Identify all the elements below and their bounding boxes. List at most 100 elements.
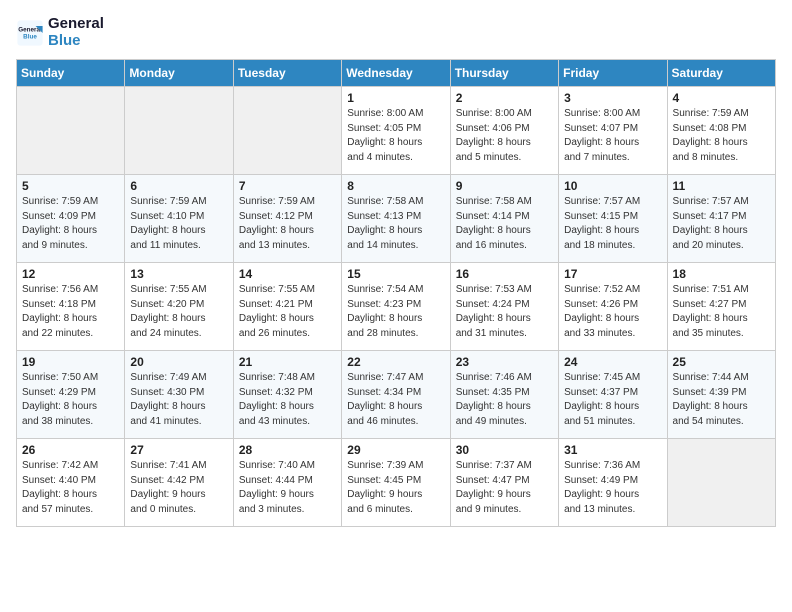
day-number: 12 — [22, 267, 119, 281]
day-number: 11 — [673, 179, 770, 193]
day-number: 27 — [130, 443, 227, 457]
day-info: Sunrise: 7:59 AM Sunset: 4:08 PM Dayligh… — [673, 107, 770, 165]
day-info: Sunrise: 7:55 AM Sunset: 4:20 PM Dayligh… — [130, 283, 227, 341]
calendar-cell: 22 Sunrise: 7:47 AM Sunset: 4:34 PM Dayli… — [342, 351, 450, 439]
calendar-cell: 17 Sunrise: 7:52 AM Sunset: 4:26 PM Dayli… — [559, 263, 667, 351]
day-number: 19 — [22, 355, 119, 369]
day-number: 5 — [22, 179, 119, 193]
day-number: 20 — [130, 355, 227, 369]
day-info: Sunrise: 7:56 AM Sunset: 4:18 PM Dayligh… — [22, 283, 119, 341]
day-number: 22 — [347, 355, 444, 369]
calendar-cell: 21 Sunrise: 7:48 AM Sunset: 4:32 PM Dayli… — [233, 351, 341, 439]
day-info: Sunrise: 7:40 AM Sunset: 4:44 PM Dayligh… — [239, 459, 336, 517]
calendar-cell: 24Sunrise: 7:45 AM Sunset: 4:37 PM Dayli… — [559, 351, 667, 439]
day-info: Sunrise: 7:57 AM Sunset: 4:17 PM Dayligh… — [673, 195, 770, 253]
day-number: 7 — [239, 179, 336, 193]
day-info: Sunrise: 7:53 AM Sunset: 4:24 PM Dayligh… — [456, 283, 553, 341]
calendar-cell: 12 Sunrise: 7:56 AM Sunset: 4:18 PM Dayli… — [17, 263, 125, 351]
calendar-cell: 31 Sunrise: 7:36 AM Sunset: 4:49 PM Dayli… — [559, 439, 667, 527]
calendar-cell: 23 Sunrise: 7:46 AM Sunset: 4:35 PM Dayli… — [450, 351, 558, 439]
calendar-week-row: 12 Sunrise: 7:56 AM Sunset: 4:18 PM Dayli… — [17, 263, 776, 351]
day-number: 29 — [347, 443, 444, 457]
day-info: Sunrise: 7:57 AM Sunset: 4:15 PM Dayligh… — [564, 195, 661, 253]
calendar-cell: 2Sunrise: 8:00 AM Sunset: 4:06 PM Daylig… — [450, 87, 558, 175]
calendar-cell: 28 Sunrise: 7:40 AM Sunset: 4:44 PM Dayli… — [233, 439, 341, 527]
day-info: Sunrise: 7:59 AM Sunset: 4:10 PM Dayligh… — [130, 195, 227, 253]
logo-blue: Blue — [48, 33, 104, 50]
day-info: Sunrise: 7:48 AM Sunset: 4:32 PM Dayligh… — [239, 371, 336, 429]
calendar-cell: 1Sunrise: 8:00 AM Sunset: 4:05 PM Daylig… — [342, 87, 450, 175]
day-number: 28 — [239, 443, 336, 457]
calendar-cell: 14Sunrise: 7:55 AM Sunset: 4:21 PM Dayli… — [233, 263, 341, 351]
day-number: 1 — [347, 91, 444, 105]
weekday-header-friday: Friday — [559, 60, 667, 87]
day-info: Sunrise: 7:42 AM Sunset: 4:40 PM Dayligh… — [22, 459, 119, 517]
logo-icon: General Blue — [16, 19, 44, 47]
calendar-cell: 26Sunrise: 7:42 AM Sunset: 4:40 PM Dayli… — [17, 439, 125, 527]
calendar-cell — [17, 87, 125, 175]
calendar-cell: 6 Sunrise: 7:59 AM Sunset: 4:10 PM Daylig… — [125, 175, 233, 263]
day-number: 8 — [347, 179, 444, 193]
day-info: Sunrise: 7:58 AM Sunset: 4:14 PM Dayligh… — [456, 195, 553, 253]
day-number: 23 — [456, 355, 553, 369]
calendar-cell: 10 Sunrise: 7:57 AM Sunset: 4:15 PM Dayli… — [559, 175, 667, 263]
day-info: Sunrise: 7:39 AM Sunset: 4:45 PM Dayligh… — [347, 459, 444, 517]
calendar-cell: 30Sunrise: 7:37 AM Sunset: 4:47 PM Dayli… — [450, 439, 558, 527]
day-info: Sunrise: 7:49 AM Sunset: 4:30 PM Dayligh… — [130, 371, 227, 429]
calendar-cell: 18Sunrise: 7:51 AM Sunset: 4:27 PM Dayli… — [667, 263, 775, 351]
weekday-header-thursday: Thursday — [450, 60, 558, 87]
day-number: 15 — [347, 267, 444, 281]
calendar-week-row: 19 Sunrise: 7:50 AM Sunset: 4:29 PM Dayli… — [17, 351, 776, 439]
day-info: Sunrise: 8:00 AM Sunset: 4:06 PM Dayligh… — [456, 107, 553, 165]
day-info: Sunrise: 7:52 AM Sunset: 4:26 PM Dayligh… — [564, 283, 661, 341]
calendar-cell: 16 Sunrise: 7:53 AM Sunset: 4:24 PM Dayli… — [450, 263, 558, 351]
day-number: 4 — [673, 91, 770, 105]
calendar-cell: 7 Sunrise: 7:59 AM Sunset: 4:12 PM Daylig… — [233, 175, 341, 263]
day-info: Sunrise: 7:36 AM Sunset: 4:49 PM Dayligh… — [564, 459, 661, 517]
calendar-cell — [233, 87, 341, 175]
day-number: 16 — [456, 267, 553, 281]
day-info: Sunrise: 7:41 AM Sunset: 4:42 PM Dayligh… — [130, 459, 227, 517]
day-info: Sunrise: 7:59 AM Sunset: 4:12 PM Dayligh… — [239, 195, 336, 253]
calendar-cell: 3 Sunrise: 8:00 AM Sunset: 4:07 PM Daylig… — [559, 87, 667, 175]
calendar-body: 1Sunrise: 8:00 AM Sunset: 4:05 PM Daylig… — [17, 87, 776, 527]
day-number: 31 — [564, 443, 661, 457]
calendar-cell: 4 Sunrise: 7:59 AM Sunset: 4:08 PM Daylig… — [667, 87, 775, 175]
day-info: Sunrise: 7:47 AM Sunset: 4:34 PM Dayligh… — [347, 371, 444, 429]
calendar-cell: 19 Sunrise: 7:50 AM Sunset: 4:29 PM Dayli… — [17, 351, 125, 439]
calendar-header-row: SundayMondayTuesdayWednesdayThursdayFrid… — [17, 60, 776, 87]
day-number: 18 — [673, 267, 770, 281]
calendar-cell — [125, 87, 233, 175]
day-info: Sunrise: 7:46 AM Sunset: 4:35 PM Dayligh… — [456, 371, 553, 429]
day-number: 17 — [564, 267, 661, 281]
day-info: Sunrise: 7:59 AM Sunset: 4:09 PM Dayligh… — [22, 195, 119, 253]
calendar-cell: 5 Sunrise: 7:59 AM Sunset: 4:09 PM Daylig… — [17, 175, 125, 263]
calendar-cell: 11 Sunrise: 7:57 AM Sunset: 4:17 PM Dayli… — [667, 175, 775, 263]
day-info: Sunrise: 7:44 AM Sunset: 4:39 PM Dayligh… — [673, 371, 770, 429]
day-number: 30 — [456, 443, 553, 457]
day-number: 10 — [564, 179, 661, 193]
logo-general: General — [48, 16, 104, 33]
day-number: 21 — [239, 355, 336, 369]
calendar-cell: 29 Sunrise: 7:39 AM Sunset: 4:45 PM Dayli… — [342, 439, 450, 527]
weekday-header-wednesday: Wednesday — [342, 60, 450, 87]
calendar-cell: 9 Sunrise: 7:58 AM Sunset: 4:14 PM Daylig… — [450, 175, 558, 263]
day-info: Sunrise: 7:54 AM Sunset: 4:23 PM Dayligh… — [347, 283, 444, 341]
weekday-header-saturday: Saturday — [667, 60, 775, 87]
day-number: 6 — [130, 179, 227, 193]
day-number: 9 — [456, 179, 553, 193]
weekday-header-tuesday: Tuesday — [233, 60, 341, 87]
day-number: 3 — [564, 91, 661, 105]
day-info: Sunrise: 7:45 AM Sunset: 4:37 PM Dayligh… — [564, 371, 661, 429]
calendar-cell: 20 Sunrise: 7:49 AM Sunset: 4:30 PM Dayli… — [125, 351, 233, 439]
day-number: 25 — [673, 355, 770, 369]
svg-text:Blue: Blue — [23, 33, 37, 40]
day-info: Sunrise: 7:58 AM Sunset: 4:13 PM Dayligh… — [347, 195, 444, 253]
header: General Blue General Blue — [16, 16, 776, 49]
day-info: Sunrise: 8:00 AM Sunset: 4:07 PM Dayligh… — [564, 107, 661, 165]
calendar-week-row: 26Sunrise: 7:42 AM Sunset: 4:40 PM Dayli… — [17, 439, 776, 527]
day-info: Sunrise: 7:50 AM Sunset: 4:29 PM Dayligh… — [22, 371, 119, 429]
logo: General Blue General Blue — [16, 16, 104, 49]
day-info: Sunrise: 7:55 AM Sunset: 4:21 PM Dayligh… — [239, 283, 336, 341]
calendar-cell: 15 Sunrise: 7:54 AM Sunset: 4:23 PM Dayli… — [342, 263, 450, 351]
